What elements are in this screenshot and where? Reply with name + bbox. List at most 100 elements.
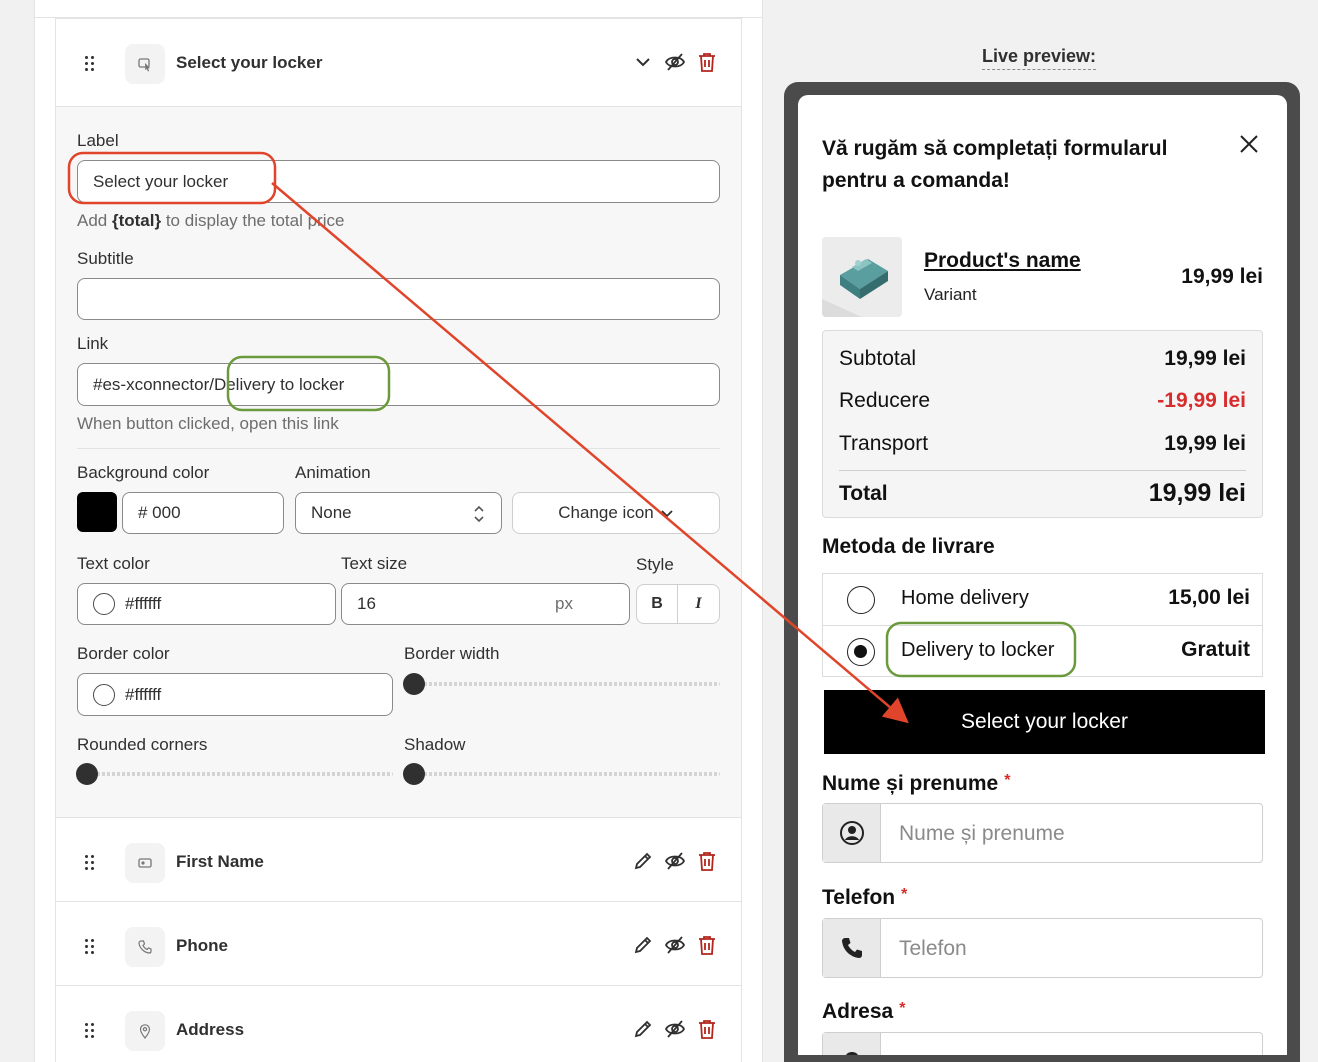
rounded-corners-knob[interactable]	[76, 763, 98, 785]
style-heading: Style	[636, 555, 674, 574]
shipping-value: 19,99 lei	[1164, 432, 1246, 455]
field-title: First Name	[176, 852, 264, 871]
border-width-knob[interactable]	[403, 673, 425, 695]
eye-off-icon[interactable]	[664, 1018, 686, 1040]
form-title: Vă rugăm să completați formularul pentru…	[822, 137, 1168, 192]
border-width-slider[interactable]	[404, 682, 720, 686]
pencil-icon[interactable]	[632, 850, 654, 872]
label-heading: Label	[77, 131, 119, 150]
eye-off-icon[interactable]	[664, 51, 686, 73]
text-color-swatch[interactable]	[93, 593, 115, 615]
shipping-option-locker[interactable]: Delivery to locker Gratuit	[823, 626, 1262, 678]
user-circle-icon	[823, 804, 881, 862]
field-title: Phone	[176, 936, 228, 955]
total-row: Total 19,99 lei	[839, 479, 1246, 507]
address-input[interactable]	[822, 1032, 1263, 1055]
phone-input[interactable]: Telefon	[822, 918, 1263, 978]
total-label: Total	[839, 482, 888, 505]
animation-heading: Animation	[295, 463, 371, 482]
field-card-select-locker: Select your locker	[55, 18, 742, 107]
bg-color-swatch[interactable]	[77, 492, 117, 532]
field-card-phone: Phone	[55, 901, 742, 986]
bg-color-heading: Background color	[77, 463, 210, 482]
animation-select[interactable]: None	[295, 492, 502, 534]
trash-icon[interactable]	[696, 934, 718, 956]
link-help-text: When button clicked, open this link	[77, 414, 339, 433]
summary-divider	[839, 470, 1246, 471]
link-heading: Link	[77, 334, 109, 353]
text-color-input[interactable]: #ffffff	[77, 583, 336, 625]
phone-icon	[125, 927, 165, 967]
shadow-slider[interactable]	[404, 772, 720, 776]
radio-delivery-locker[interactable]	[847, 638, 875, 666]
drag-handle-icon[interactable]	[85, 939, 97, 955]
text-color-heading: Text color	[77, 554, 150, 573]
drag-handle-icon[interactable]	[85, 1023, 97, 1039]
name-field-label: Nume și prenume *	[822, 772, 1011, 795]
border-width-heading: Border width	[404, 644, 500, 663]
border-color-input[interactable]: #ffffff	[77, 673, 393, 716]
chevron-down-icon[interactable]	[632, 51, 654, 73]
text-color-value: #ffffff	[125, 594, 162, 613]
shipping-option-name: Home delivery	[901, 587, 1029, 609]
trash-icon[interactable]	[696, 51, 718, 73]
discount-row: Reducere -19,99 lei	[839, 389, 1246, 413]
preview-screen: Vă rugăm să completați formularul pentru…	[798, 95, 1287, 1055]
pencil-icon[interactable]	[632, 1018, 654, 1040]
field-card-first-name: First Name	[55, 817, 742, 902]
border-color-swatch[interactable]	[93, 683, 115, 706]
divider	[77, 448, 720, 449]
change-icon-button[interactable]: Change icon	[512, 492, 720, 534]
shadow-knob[interactable]	[403, 763, 425, 785]
radio-home-delivery[interactable]	[847, 586, 875, 614]
location-pin-icon	[125, 1011, 165, 1051]
change-icon-label: Change icon	[558, 503, 654, 522]
text-size-input[interactable]: 16 px	[341, 583, 630, 625]
name-input[interactable]: Nume și prenume	[822, 803, 1263, 863]
rounded-corners-heading: Rounded corners	[77, 735, 208, 754]
address-field-label: Adresa *	[822, 1000, 906, 1023]
phone-placeholder: Telefon	[899, 937, 967, 960]
shipping-row: Transport 19,99 lei	[839, 432, 1246, 456]
product-image	[822, 237, 902, 317]
product-name[interactable]: Product's name	[924, 249, 1081, 273]
text-size-unit: px	[555, 594, 573, 613]
shipping-option-home[interactable]: Home delivery 15,00 lei	[823, 574, 1262, 626]
shadow-heading: Shadow	[404, 735, 466, 754]
eye-off-icon[interactable]	[664, 934, 686, 956]
text-size-heading: Text size	[341, 554, 408, 573]
shipping-options: Home delivery 15,00 lei Delivery to lock…	[822, 573, 1263, 677]
order-summary: Subtotal 19,99 lei Reducere -19,99 lei Tra…	[822, 330, 1263, 518]
shipping-method-title: Metoda de livrare	[822, 535, 995, 558]
subtotal-label: Subtotal	[839, 347, 917, 370]
eye-off-icon[interactable]	[664, 850, 686, 872]
label-input[interactable]: Select your locker	[77, 160, 720, 203]
italic-button[interactable]: I	[678, 585, 719, 623]
drag-handle-icon[interactable]	[85, 855, 97, 871]
subtitle-heading: Subtitle	[77, 249, 134, 268]
trash-icon[interactable]	[696, 850, 718, 872]
live-preview-label: Live preview:	[982, 46, 1097, 70]
cursor-click-icon	[125, 44, 165, 84]
phone-field-label: Telefon *	[822, 886, 908, 909]
close-icon[interactable]	[1238, 133, 1260, 155]
trash-icon[interactable]	[696, 1018, 718, 1040]
rounded-corners-slider[interactable]	[77, 772, 393, 776]
phone-icon	[823, 919, 881, 977]
subtotal-row: Subtotal 19,99 lei	[839, 347, 1246, 371]
field-title: Address	[176, 1020, 245, 1039]
subtitle-input[interactable]	[77, 278, 720, 320]
shipping-option-name: Delivery to locker	[901, 639, 1055, 661]
drag-handle-icon[interactable]	[85, 56, 97, 72]
bold-button[interactable]: B	[637, 585, 679, 623]
pencil-icon[interactable]	[632, 934, 654, 956]
label-help-text: Add {total} to display the total price	[77, 211, 345, 230]
location-pin-icon	[823, 1033, 881, 1055]
bg-color-input[interactable]: # 000	[122, 492, 284, 534]
product-variant: Variant	[924, 285, 977, 304]
link-input[interactable]: #es-xconnector/Delivery to locker	[77, 363, 720, 406]
select-locker-button[interactable]: Select your locker	[824, 690, 1265, 754]
name-placeholder: Nume și prenume	[899, 822, 1065, 845]
shipping-option-price: Gratuit	[1181, 638, 1250, 661]
style-toggle-group: B I	[636, 584, 720, 624]
